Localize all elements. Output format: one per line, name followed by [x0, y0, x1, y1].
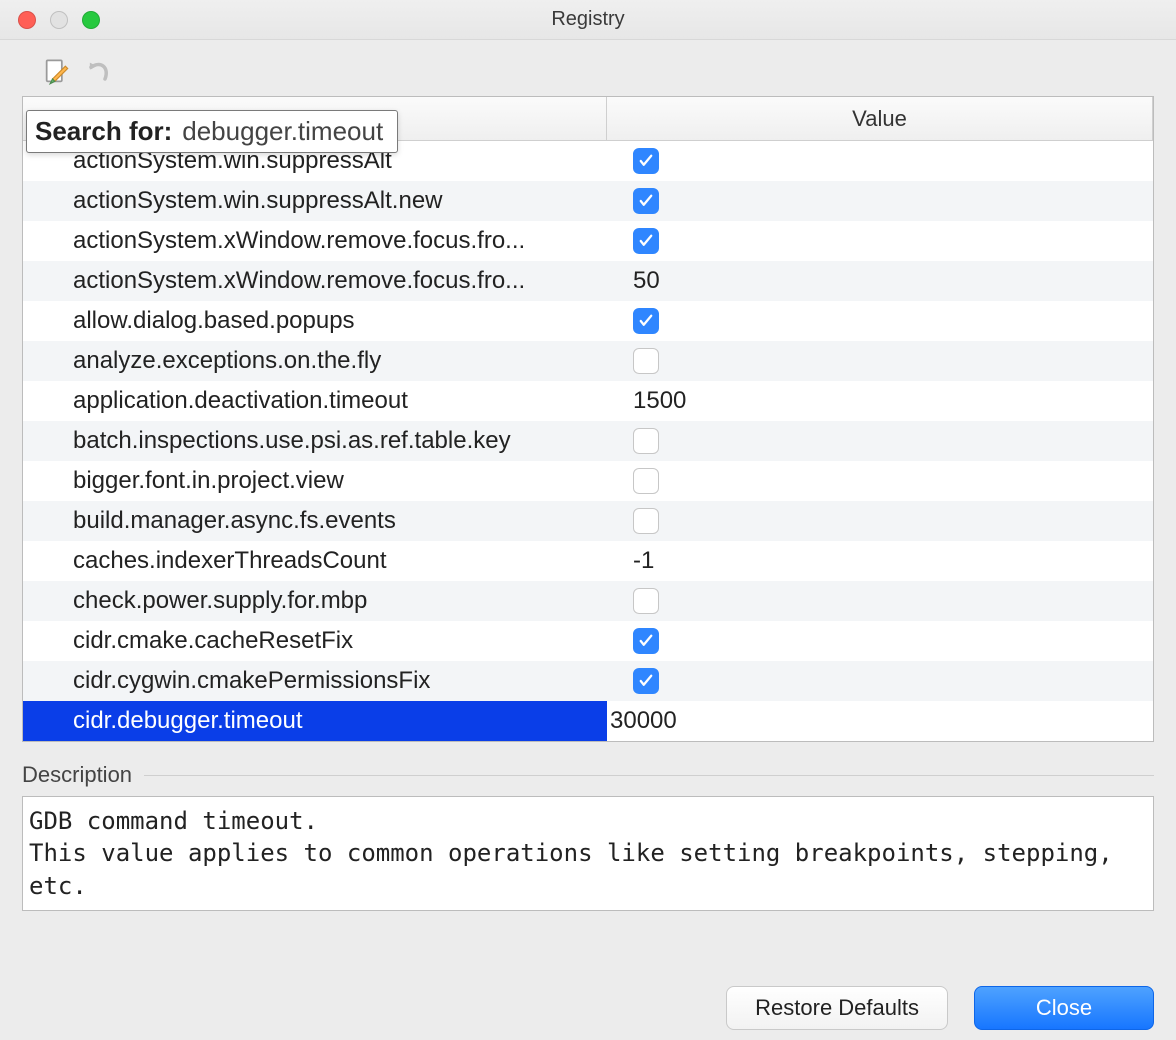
registry-key: application.deactivation.timeout [23, 381, 607, 421]
registry-table: Key Value actionSystem.win.suppressAltac… [22, 96, 1154, 742]
registry-value[interactable] [607, 581, 1153, 621]
registry-key: cidr.cmake.cacheResetFix [23, 621, 607, 661]
table-row[interactable]: cidr.debugger.timeout30000 [23, 701, 1153, 741]
registry-key: actionSystem.win.suppressAlt.new [23, 181, 607, 221]
titlebar: Registry [0, 0, 1176, 40]
registry-value[interactable] [607, 661, 1153, 701]
table-row[interactable]: caches.indexerThreadsCount-1 [23, 541, 1153, 581]
registry-value[interactable] [607, 141, 1153, 181]
registry-value[interactable] [607, 301, 1153, 341]
checkbox[interactable] [633, 228, 659, 254]
registry-value[interactable] [607, 341, 1153, 381]
content-area: Key Value actionSystem.win.suppressAltac… [0, 96, 1176, 966]
table-row[interactable]: actionSystem.xWindow.remove.focus.fro...… [23, 261, 1153, 301]
table-row[interactable]: check.power.supply.for.mbp [23, 581, 1153, 621]
description-text: GDB command timeout. This value applies … [22, 796, 1154, 911]
registry-value[interactable] [607, 501, 1153, 541]
header-value[interactable]: Value [607, 97, 1153, 140]
checkbox[interactable] [633, 308, 659, 334]
table-row[interactable]: allow.dialog.based.popups [23, 301, 1153, 341]
table-row[interactable]: actionSystem.win.suppressAlt.new [23, 181, 1153, 221]
table-row[interactable]: bigger.font.in.project.view [23, 461, 1153, 501]
registry-value[interactable] [607, 221, 1153, 261]
search-overlay[interactable]: Search for: debugger.timeout [26, 110, 398, 153]
registry-key: bigger.font.in.project.view [23, 461, 607, 501]
registry-key: cidr.cygwin.cmakePermissionsFix [23, 661, 607, 701]
registry-value[interactable]: -1 [607, 541, 1153, 581]
table-row[interactable]: cidr.cmake.cacheResetFix [23, 621, 1153, 661]
registry-key: check.power.supply.for.mbp [23, 581, 607, 621]
window-title: Registry [0, 8, 1176, 31]
registry-value[interactable]: 50 [607, 261, 1153, 301]
description-section-label: Description [22, 762, 1154, 788]
checkbox[interactable] [633, 148, 659, 174]
registry-key: allow.dialog.based.popups [23, 301, 607, 341]
search-label: Search for: [35, 116, 172, 147]
table-body: actionSystem.win.suppressAltactionSystem… [23, 141, 1153, 741]
table-row[interactable]: build.manager.async.fs.events [23, 501, 1153, 541]
checkbox[interactable] [633, 348, 659, 374]
registry-key: cidr.debugger.timeout [23, 701, 607, 741]
registry-value[interactable] [607, 181, 1153, 221]
table-row[interactable]: analyze.exceptions.on.the.fly [23, 341, 1153, 381]
registry-key: batch.inspections.use.psi.as.ref.table.k… [23, 421, 607, 461]
registry-value[interactable] [607, 461, 1153, 501]
description-label-text: Description [22, 762, 132, 788]
registry-value[interactable]: 30000 [607, 701, 1153, 741]
table-row[interactable]: cidr.cygwin.cmakePermissionsFix [23, 661, 1153, 701]
restore-defaults-button[interactable]: Restore Defaults [726, 986, 948, 1030]
registry-value[interactable] [607, 421, 1153, 461]
checkbox[interactable] [633, 628, 659, 654]
search-value: debugger.timeout [182, 116, 383, 147]
toolbar [0, 40, 1176, 96]
checkbox[interactable] [633, 668, 659, 694]
table-row[interactable]: actionSystem.xWindow.remove.focus.fro... [23, 221, 1153, 261]
checkbox[interactable] [633, 468, 659, 494]
undo-icon[interactable] [84, 58, 112, 86]
registry-key: actionSystem.xWindow.remove.focus.fro... [23, 221, 607, 261]
checkbox[interactable] [633, 508, 659, 534]
checkbox[interactable] [633, 428, 659, 454]
close-button[interactable]: Close [974, 986, 1154, 1030]
dialog-footer: Restore Defaults Close [0, 966, 1176, 1040]
divider [144, 775, 1154, 776]
checkbox[interactable] [633, 188, 659, 214]
registry-key: actionSystem.xWindow.remove.focus.fro... [23, 261, 607, 301]
table-row[interactable]: application.deactivation.timeout1500 [23, 381, 1153, 421]
registry-key: caches.indexerThreadsCount [23, 541, 607, 581]
registry-key: analyze.exceptions.on.the.fly [23, 341, 607, 381]
edit-icon[interactable] [42, 58, 70, 86]
registry-window: Registry Search for: debugger.timeout Ke… [0, 0, 1176, 1040]
registry-value[interactable]: 1500 [607, 381, 1153, 421]
registry-key: build.manager.async.fs.events [23, 501, 607, 541]
registry-value[interactable] [607, 621, 1153, 661]
table-row[interactable]: batch.inspections.use.psi.as.ref.table.k… [23, 421, 1153, 461]
checkbox[interactable] [633, 588, 659, 614]
